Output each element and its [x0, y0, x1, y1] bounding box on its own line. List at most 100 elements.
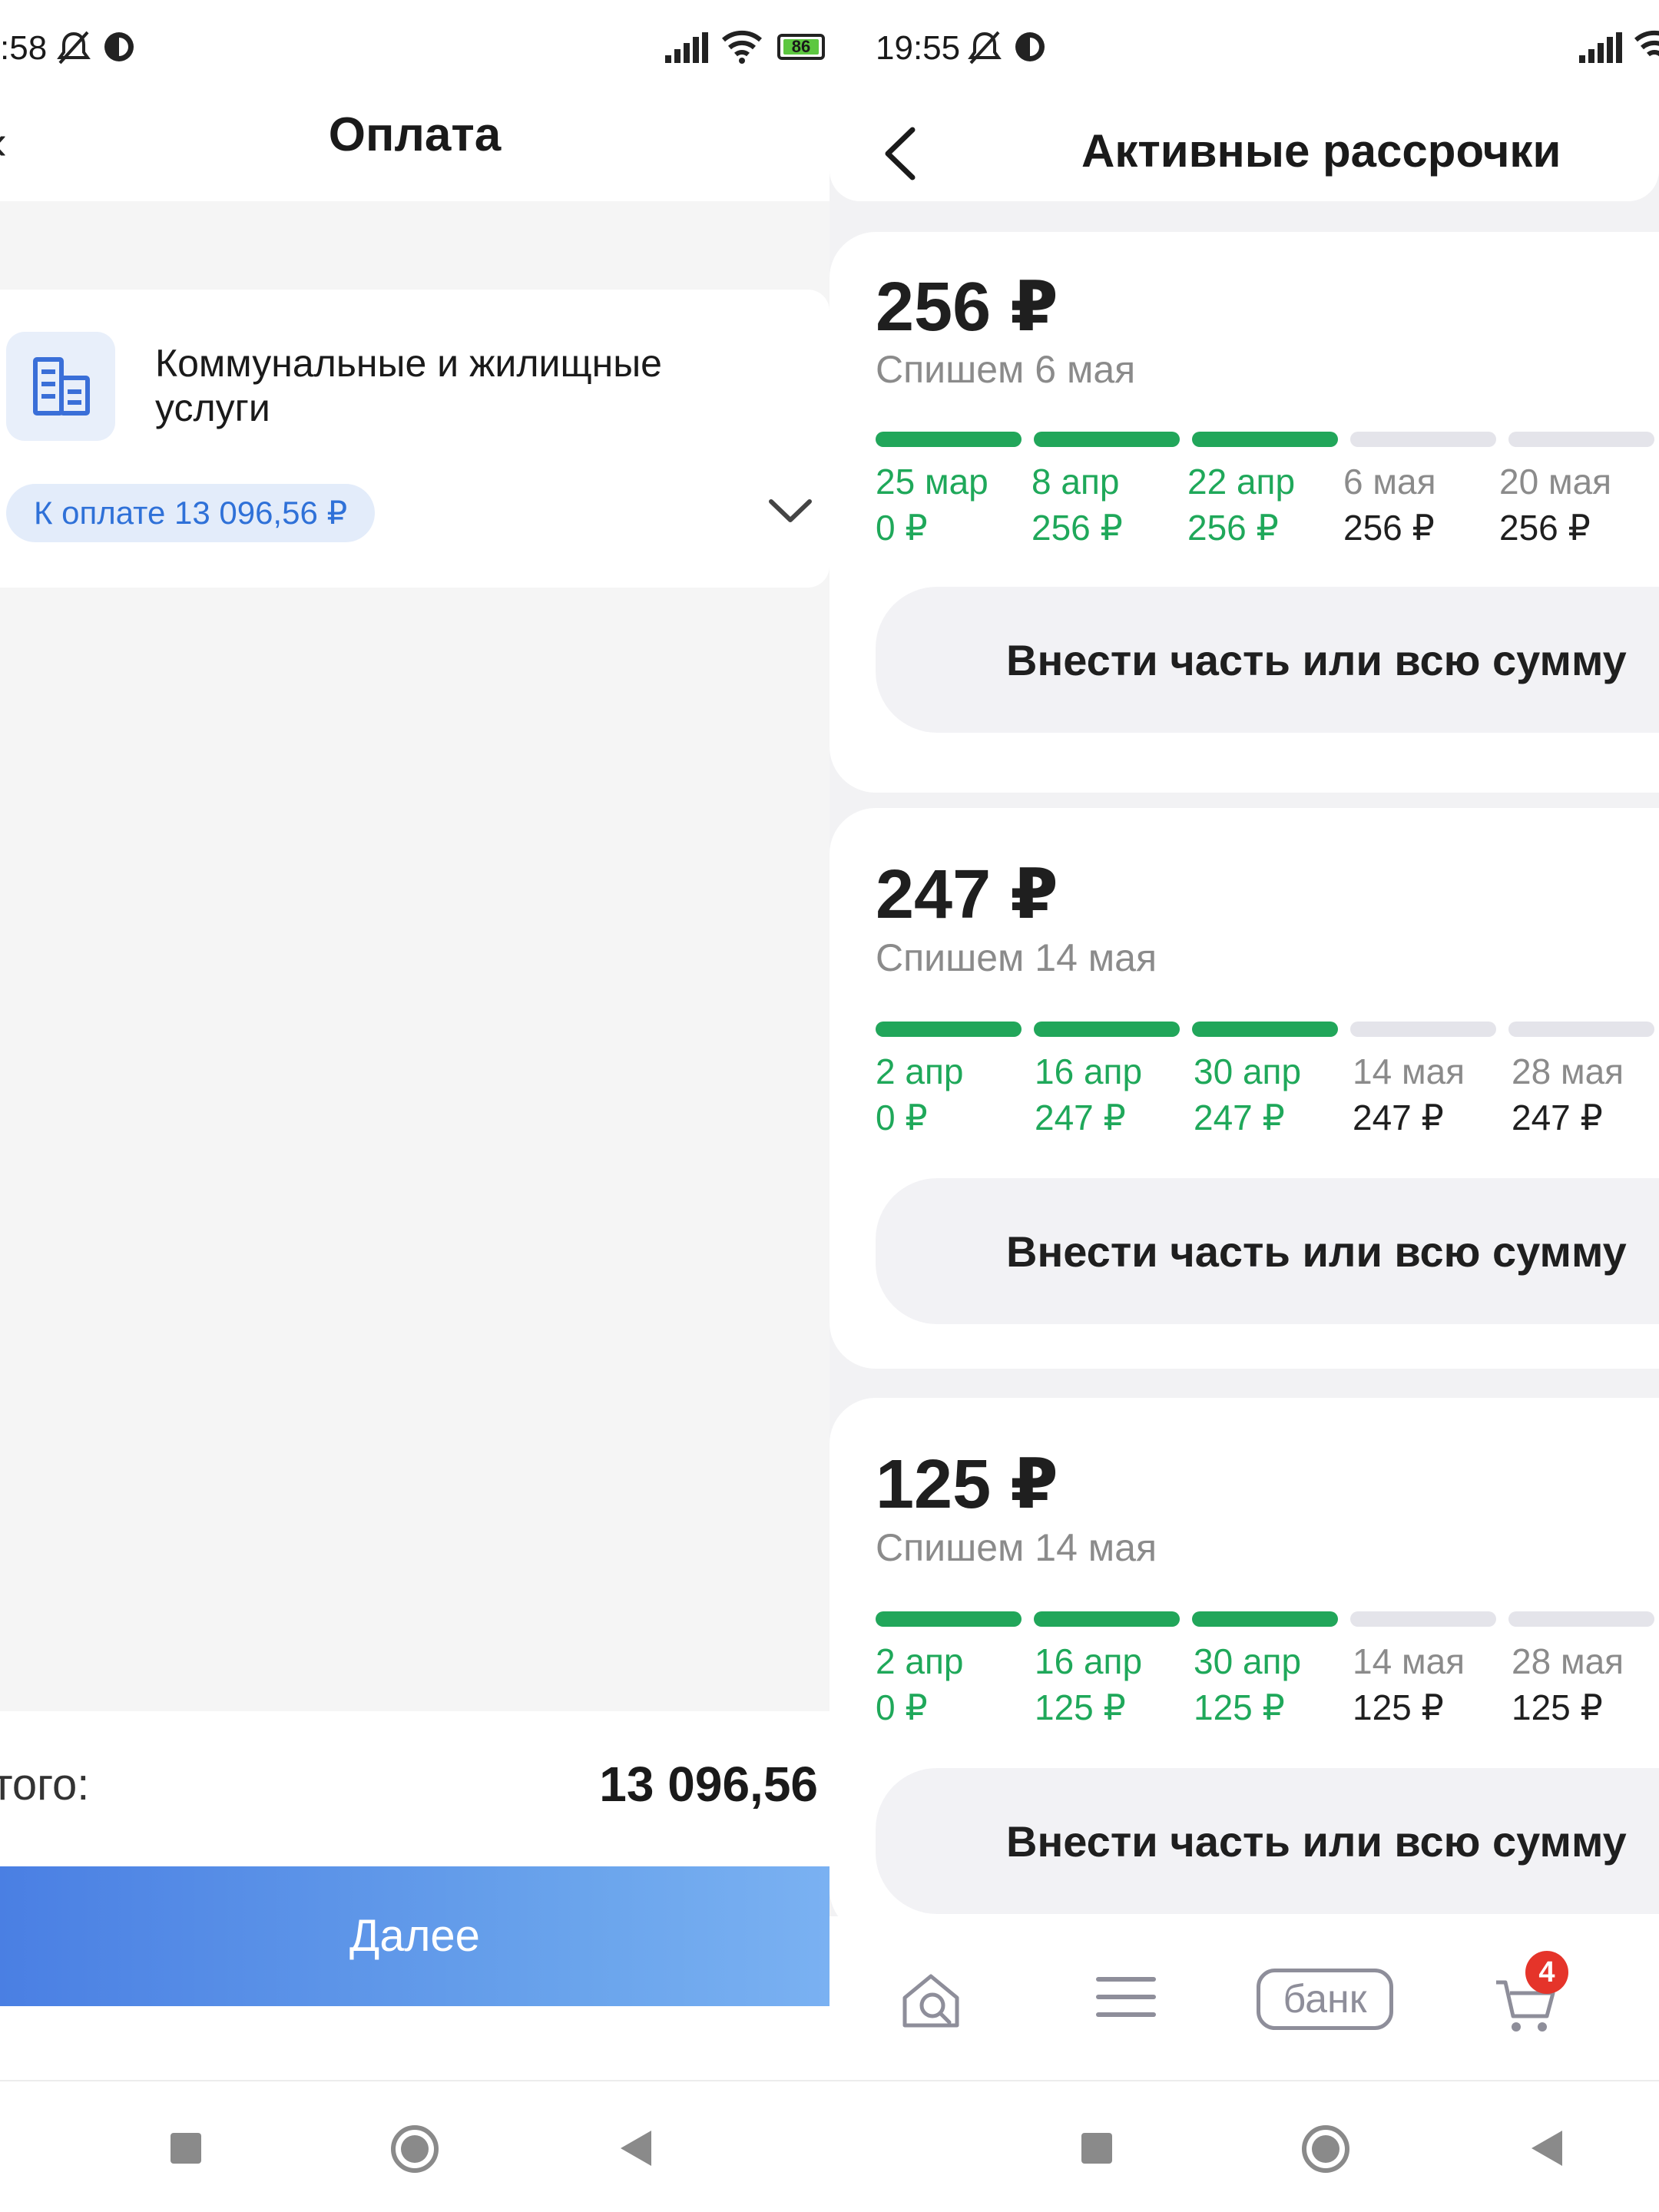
schedule-amount: 256 ₽ — [1187, 508, 1279, 548]
progress-segment-due — [1508, 432, 1654, 447]
payment-header: :58 86 ‹ Оплата — [0, 0, 830, 201]
schedule-date: 16 апр — [1035, 1051, 1143, 1091]
progress-segment-paid — [1034, 1022, 1180, 1037]
cart-badge: 4 — [1525, 1951, 1568, 1994]
schedule-amount: 125 ₽ — [1194, 1687, 1285, 1727]
progress-segment-paid — [1192, 432, 1338, 447]
installment-card: 256 ₽ Спишем 6 мая 25 мар 0 ₽ 8 апр 256 … — [830, 232, 1659, 793]
status-bar: 19:55 — [876, 22, 1659, 75]
signal-icon — [1579, 32, 1622, 63]
app-tab-bar: банк 4 — [830, 1916, 1659, 2080]
progress-segment-due — [1508, 1022, 1654, 1037]
schedule-date: 28 мая — [1512, 1641, 1624, 1681]
progress-segment-due — [1350, 1611, 1496, 1627]
system-nav-bar — [830, 2080, 1659, 2212]
schedule-date: 25 мар — [876, 462, 988, 502]
installment-amount: 247 ₽ — [876, 856, 1058, 933]
page-title: Оплата — [328, 108, 502, 161]
charge-date: Спишем 6 мая — [876, 348, 1136, 391]
service-title: Коммунальные и жилищные услуги — [155, 342, 662, 429]
schedule-amount: 247 ₽ — [1194, 1098, 1285, 1137]
schedule-amount: 247 ₽ — [1353, 1098, 1444, 1137]
schedule-amount: 247 ₽ — [1512, 1098, 1603, 1137]
progress-segment-paid — [876, 1611, 1022, 1627]
bank-icon[interactable]: банк — [1257, 1969, 1393, 2030]
wifi-icon — [1634, 30, 1659, 57]
schedule-date: 28 мая — [1512, 1051, 1624, 1091]
status-bar: :58 86 — [0, 22, 830, 75]
payment-schedule: 2 апр 0 ₽ 16 апр 247 ₽ 30 апр 247 ₽ 14 м… — [876, 1051, 1659, 1151]
progress-segments — [876, 1022, 1659, 1037]
menu-icon[interactable] — [1095, 1970, 1157, 2024]
next-button[interactable]: Далее — [0, 1866, 830, 2006]
schedule-date: 30 апр — [1194, 1051, 1302, 1091]
recents-button[interactable] — [171, 2133, 201, 2164]
payment-schedule: 2 апр 0 ₽ 16 апр 125 ₽ 30 апр 125 ₽ 14 м… — [876, 1641, 1659, 1740]
payment-screen: :58 86 ‹ Оплата — [0, 0, 830, 2212]
recents-button[interactable] — [1081, 2133, 1112, 2164]
installment-amount: 125 ₽ — [876, 1446, 1058, 1523]
home-button[interactable] — [390, 2124, 439, 2174]
schedule-date: 8 апр — [1031, 462, 1120, 502]
progress-segment-due — [1350, 432, 1496, 447]
pay-part-button[interactable]: Внести часть или всю сумму — [876, 587, 1659, 733]
schedule-date: 2 апр — [876, 1051, 964, 1091]
installment-card: 247 ₽ Спишем 14 мая 2 апр 0 ₽ 16 апр 247… — [830, 808, 1659, 1369]
progress-segment-paid — [876, 432, 1022, 447]
bell-off-icon — [968, 31, 1002, 65]
status-time: :58 — [0, 29, 48, 67]
battery-level: 86 — [783, 38, 819, 55]
search-icon[interactable] — [899, 1970, 963, 2032]
schedule-amount: 0 ₽ — [876, 1098, 928, 1137]
pay-part-button[interactable]: Внести часть или всю сумму — [876, 1768, 1659, 1914]
installment-card: 125 ₽ Спишем 14 мая 2 апр 0 ₽ 16 апр 125… — [830, 1398, 1659, 1936]
charge-date: Спишем 14 мая — [876, 1526, 1157, 1569]
back-nav-button[interactable] — [619, 2129, 653, 2167]
progress-segment-paid — [1034, 432, 1180, 447]
wifi-icon — [722, 30, 762, 64]
schedule-amount: 125 ₽ — [1353, 1687, 1444, 1727]
schedule-date: 16 апр — [1035, 1641, 1143, 1681]
pay-part-button[interactable]: Внести часть или всю сумму — [876, 1178, 1659, 1324]
schedule-amount: 0 ₽ — [876, 1687, 928, 1727]
system-nav-bar — [0, 2080, 830, 2212]
signal-icon — [665, 32, 708, 63]
building-icon — [6, 332, 115, 441]
schedule-date: 14 мая — [1353, 1641, 1465, 1681]
page-title: Активные рассрочки — [1081, 125, 1561, 177]
schedule-amount: 0 ₽ — [876, 508, 928, 548]
schedule-date: 6 мая — [1343, 462, 1436, 502]
payment-schedule: 25 мар 0 ₽ 8 апр 256 ₽ 22 апр 256 ₽ 6 ма… — [876, 461, 1659, 561]
installments-header: 19:55 Активные рассрочки — [830, 0, 1659, 201]
back-nav-button[interactable] — [1530, 2129, 1564, 2167]
progress-segment-paid — [1192, 1022, 1338, 1037]
app-status-icon — [104, 32, 134, 61]
service-card[interactable]: Коммунальные и жилищные услуги К оплате … — [0, 290, 830, 588]
home-button[interactable] — [1301, 2124, 1350, 2174]
chevron-down-icon[interactable] — [768, 497, 813, 525]
schedule-amount: 125 ₽ — [1512, 1687, 1603, 1727]
back-button[interactable] — [883, 127, 917, 180]
amount-due-chip: К оплате 13 096,56 ₽ — [6, 484, 376, 542]
schedule-amount: 247 ₽ — [1035, 1098, 1126, 1137]
installments-screen: 19:55 Активные рассрочки 256 ₽ Спишем 6 … — [830, 0, 1659, 2212]
status-time: 19:55 — [876, 29, 961, 67]
progress-segment-paid — [876, 1022, 1022, 1037]
battery-icon: 86 — [777, 34, 825, 60]
charge-date: Спишем 14 мая — [876, 936, 1157, 979]
schedule-amount: 125 ₽ — [1035, 1687, 1126, 1727]
schedule-date: 30 апр — [1194, 1641, 1302, 1681]
app-status-icon — [1015, 32, 1045, 61]
bell-off-icon — [57, 31, 91, 65]
installment-amount: 256 ₽ — [876, 269, 1058, 346]
progress-segment-due — [1350, 1022, 1496, 1037]
progress-segments — [876, 1611, 1659, 1627]
schedule-date: 2 апр — [876, 1641, 964, 1681]
schedule-amount: 256 ₽ — [1343, 508, 1435, 548]
schedule-date: 22 апр — [1187, 462, 1296, 502]
progress-segment-due — [1508, 1611, 1654, 1627]
total-value: 13 096,56 — [599, 1757, 818, 1812]
progress-segment-paid — [1192, 1611, 1338, 1627]
schedule-amount: 256 ₽ — [1499, 508, 1591, 548]
schedule-date: 20 мая — [1499, 462, 1612, 502]
